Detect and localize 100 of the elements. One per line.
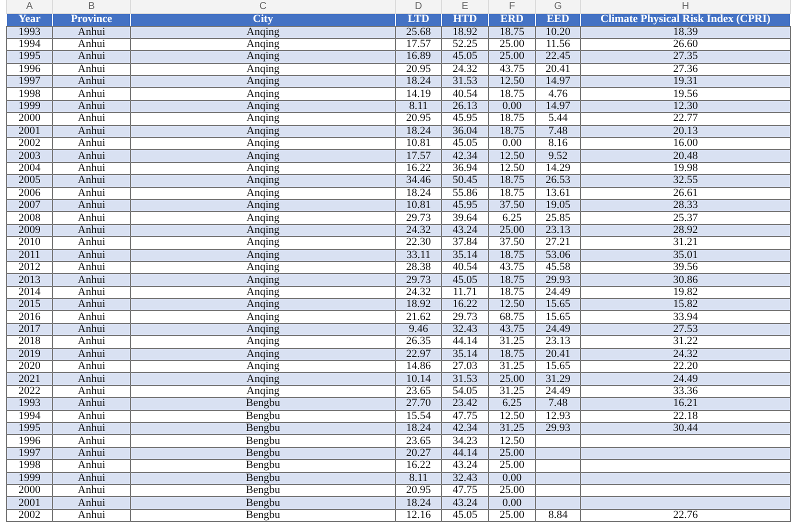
table-cell: 28.92 [580,224,790,237]
column-letter[interactable]: A [6,0,52,13]
column-letter[interactable]: F [488,0,536,13]
table-cell: Anhui [52,298,130,311]
table-cell: 22.97 [396,348,442,361]
table-cell: Anhui [52,174,130,188]
table-cell: Anqing [130,138,396,150]
table-cell: Anhui [52,460,130,472]
table-cell: Anhui [52,212,130,224]
table-cell: Anhui [52,472,130,484]
table-cell: 2017 [6,323,52,336]
table-cell: Bengbu [130,460,396,472]
table-cell: Anhui [52,447,130,460]
table-cell: 11.71 [442,286,488,299]
table-cell: 43.24 [442,496,488,510]
table-cell: Anhui [52,348,130,361]
table-cell: Bengbu [130,472,396,484]
table-cell: Anqing [130,323,396,336]
table-cell: 18.75 [488,125,536,138]
table-cell: 44.14 [442,447,488,460]
table-cell: 33.94 [580,310,790,324]
table-cell: 20.95 [396,112,442,126]
table-cell: Anqing [130,199,396,212]
table-cell: 2015 [6,298,52,311]
table-cell: Anqing [130,224,396,237]
table-cell: 1993 [6,398,52,410]
table-cell: 39.64 [442,212,488,224]
table-cell: Anqing [130,372,396,386]
table-cell: 25.00 [488,484,536,497]
table-cell: 25.00 [488,38,536,51]
table-cell: 16.22 [442,298,488,311]
column-header: Climate Physical Risk Index (CPRI) [580,13,790,26]
table-cell: Anhui [52,398,130,410]
table-cell: 53.06 [536,249,580,262]
table-cell: 27.21 [536,236,580,250]
table-cell: 10.14 [396,372,442,386]
table-cell: 11.56 [536,38,580,51]
table-cell: Anqing [130,162,396,175]
table-cell: 12.50 [488,410,536,422]
table-cell: 35.14 [442,249,488,262]
table-cell: 43.75 [488,261,536,274]
table-cell: 27.36 [580,63,790,76]
table-cell: Bengbu [130,447,396,460]
table-cell: 2010 [6,236,52,250]
table-cell: 27.70 [396,398,442,410]
table-cell: 30.44 [580,422,790,435]
table-cell: 29.93 [536,422,580,435]
table-cell: Anhui [52,112,130,126]
table-cell: 24.32 [580,348,790,361]
table-cell: 2007 [6,199,52,212]
table-cell: 1993 [6,26,52,38]
table-cell: 2005 [6,174,52,188]
table-cell: 19.82 [580,286,790,299]
column-letter[interactable]: C [130,0,396,13]
table-cell: 32.43 [442,323,488,336]
table-cell: 12.93 [536,410,580,422]
table-cell: 2001 [6,496,52,510]
table-cell: 8.16 [536,138,580,150]
table-cell: Anhui [52,88,130,100]
table-cell: 10.81 [396,199,442,212]
table-cell: 22.20 [580,360,790,373]
table-cell: 31.21 [580,236,790,250]
table-cell: 18.75 [488,26,536,38]
table-cell: 32.55 [580,174,790,188]
table-cell: 2004 [6,162,52,175]
table-cell: Anqing [130,212,396,224]
table-cell: Anqing [130,385,396,398]
table-cell: 8.84 [536,509,580,522]
table-cell: Anhui [52,187,130,200]
table-cell: 18.24 [396,496,442,510]
column-header: LTD [396,13,442,26]
table-cell: 36.04 [442,125,488,138]
table-cell: 16.89 [396,50,442,64]
table-cell: 42.34 [442,150,488,162]
column-letter[interactable]: D [396,0,442,13]
column-header: City [130,13,396,26]
table-cell: 23.13 [536,224,580,237]
table-cell: Anqing [130,336,396,348]
table-cell: Anqing [130,286,396,299]
table-cell: Anhui [52,199,130,212]
table-cell: 22.18 [580,410,790,422]
table-cell: 43.75 [488,323,536,336]
column-letter[interactable]: B [52,0,130,13]
column-letter[interactable]: H [580,0,790,13]
table-cell: Anhui [52,323,130,336]
table-cell: 18.75 [488,88,536,100]
table-cell: Anqing [130,26,396,38]
table-cell: 14.29 [536,162,580,175]
table-cell: 31.25 [488,336,536,348]
table-cell: Anhui [52,484,130,497]
table-cell: 17.57 [396,150,442,162]
table-cell: 18.75 [488,286,536,299]
table-cell: 1999 [6,472,52,484]
table-cell: 26.35 [396,336,442,348]
table-cell: 19.56 [580,88,790,100]
table-cell: 16.21 [580,398,790,410]
column-letter[interactable]: E [442,0,488,13]
table-cell: 22.76 [580,509,790,522]
table-cell: Anhui [52,50,130,64]
table-cell: 12.30 [580,100,790,113]
